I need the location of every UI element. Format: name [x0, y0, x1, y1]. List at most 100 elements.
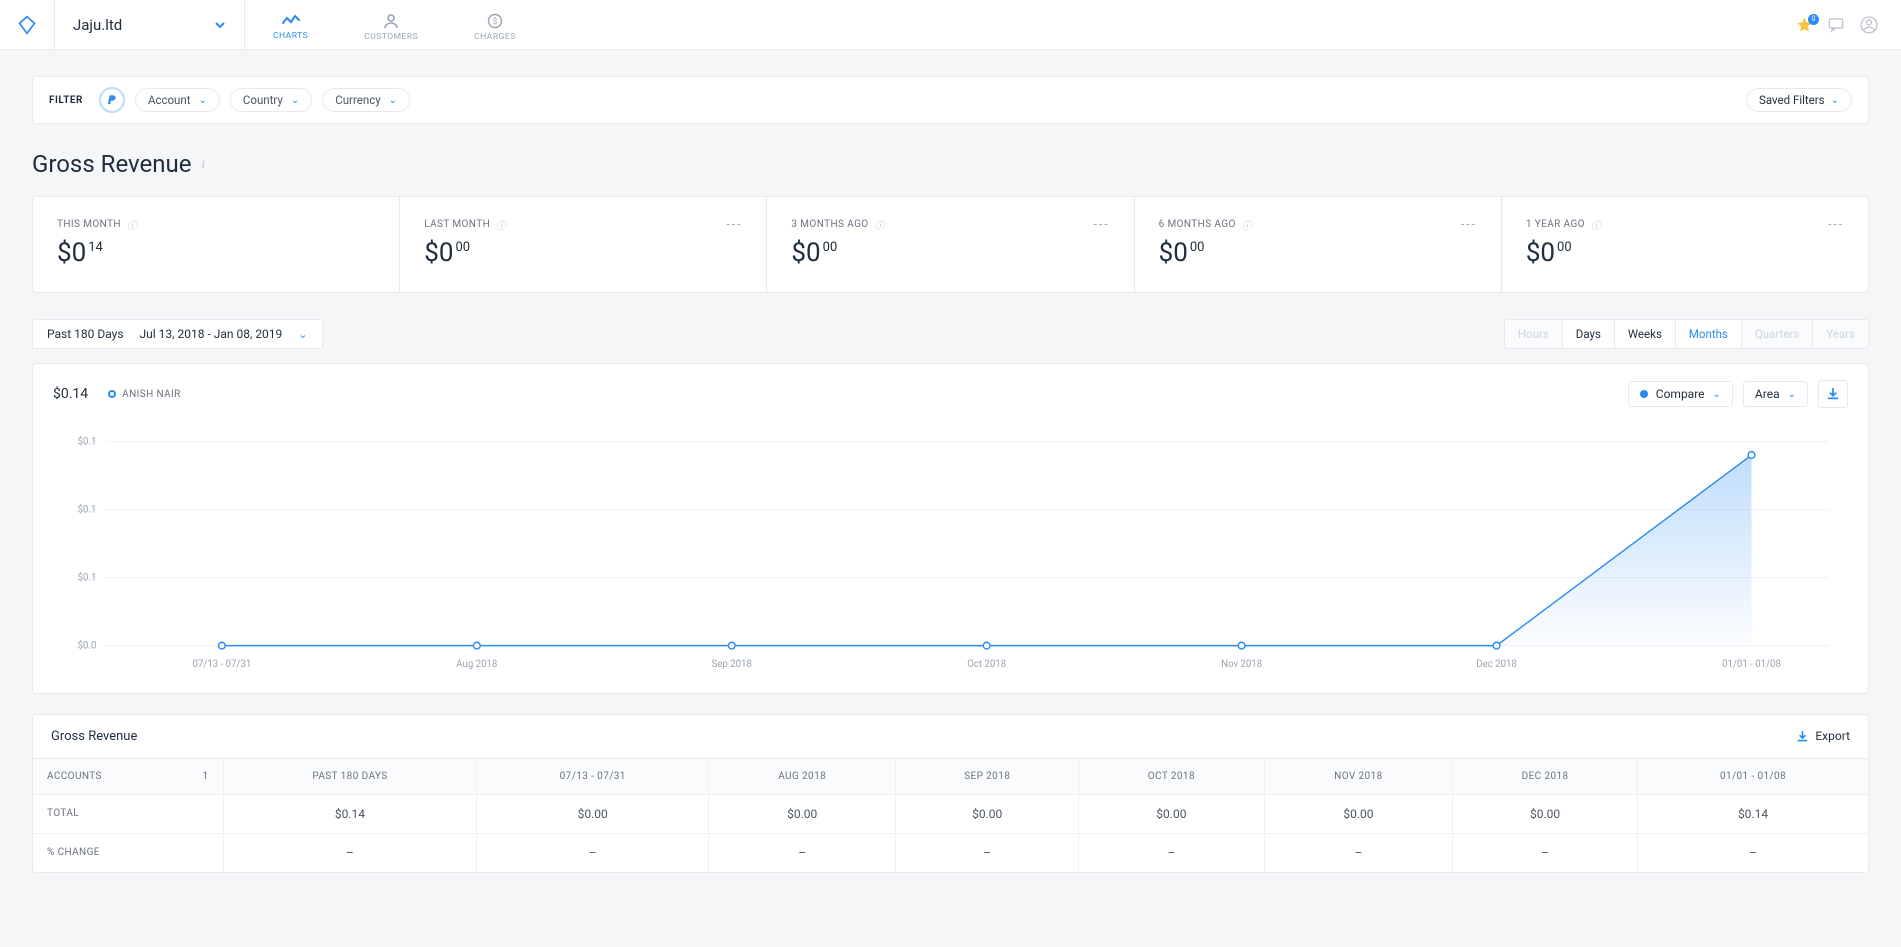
svg-text:Dec 2018: Dec 2018 — [1476, 659, 1517, 670]
compare-button[interactable]: Compare⌄ — [1628, 381, 1733, 407]
svg-text:01/01 - 01/08: 01/01 - 01/08 — [1722, 659, 1781, 670]
svg-text:07/13 - 07/31: 07/13 - 07/31 — [193, 659, 252, 670]
table-cell: $0.14 — [223, 794, 477, 833]
stat-trend: --- — [1828, 217, 1844, 231]
table-col-header: 07/13 - 07/31 — [477, 759, 709, 795]
stat-label: 3 MONTHS AGO — [791, 219, 868, 230]
stat-value: $000 — [1526, 240, 1844, 266]
revenue-chart: $0.0 $0.1 $0.1 $0.1 07/13 - 07/31 Aug 2018 Sep… — [53, 414, 1848, 675]
stat-value: $000 — [791, 240, 1109, 266]
granularity-days[interactable]: Days — [1563, 320, 1615, 348]
granularity-hours: Hours — [1505, 320, 1563, 348]
diamond-logo-icon — [17, 15, 37, 35]
chart-total: $0.14 — [53, 386, 88, 402]
svg-text:Sep 2018: Sep 2018 — [712, 659, 752, 670]
info-icon[interactable]: i — [201, 157, 204, 172]
profile-icon[interactable] — [1859, 15, 1879, 35]
filter-account[interactable]: Account⌄ — [135, 88, 220, 112]
topbar-right: 0 — [1796, 0, 1901, 49]
svg-text:$0.1: $0.1 — [78, 436, 97, 447]
info-icon[interactable]: ⓘ — [1242, 217, 1252, 232]
stat-trend: --- — [1094, 217, 1110, 231]
granularity-weeks[interactable]: Weeks — [1615, 320, 1676, 348]
table-cell: $0.00 — [1264, 794, 1453, 833]
chevron-down-icon: ⌄ — [298, 328, 307, 341]
table-cell: – — [896, 833, 1079, 872]
star-badge: 0 — [1808, 14, 1819, 25]
table-col-header: 01/01 - 01/08 — [1638, 759, 1868, 795]
stat-label: LAST MONTH — [424, 219, 490, 230]
download-icon — [1796, 730, 1809, 743]
svg-text:$0.0: $0.0 — [78, 641, 97, 652]
filter-currency[interactable]: Currency⌄ — [322, 88, 410, 112]
nav-label: CHARTS — [273, 31, 308, 41]
chart-legend: ANISH NAIR — [108, 389, 181, 400]
nav-charges[interactable]: $ CHARGES — [446, 0, 544, 49]
stat-label: 1 YEAR AGO — [1526, 219, 1585, 230]
stat-label: 6 MONTHS AGO — [1159, 219, 1236, 230]
chat-icon[interactable] — [1827, 16, 1845, 34]
export-button[interactable]: Export — [1796, 729, 1850, 743]
table-cell: – — [477, 833, 709, 872]
chevron-down-icon — [214, 19, 226, 31]
range-preset: Past 180 Days — [47, 327, 124, 341]
org-selector[interactable]: Jaju.ltd — [55, 0, 245, 49]
granularity-years: Years — [1813, 320, 1868, 348]
nav-customers[interactable]: CUSTOMERS — [336, 0, 446, 49]
info-icon[interactable]: ⓘ — [127, 217, 137, 232]
table-cell: $0.00 — [709, 794, 896, 833]
download-icon[interactable] — [1818, 380, 1848, 408]
table-cell: $0.00 — [1079, 794, 1265, 833]
accounts-count: 1 — [202, 771, 208, 782]
user-icon — [383, 13, 399, 29]
data-table-card: Gross Revenue Export ACCOUNTS1PAST 180 D… — [32, 714, 1869, 873]
info-icon[interactable]: ⓘ — [1591, 217, 1601, 232]
svg-text:Nov 2018: Nov 2018 — [1221, 659, 1262, 670]
table-col-header: AUG 2018 — [709, 759, 896, 795]
main-nav: CHARTS CUSTOMERS $ CHARGES — [245, 0, 544, 49]
row-label: % CHANGE — [33, 833, 223, 872]
page-title: Gross Revenue — [32, 150, 191, 178]
stat-trend: --- — [726, 217, 742, 231]
table-cell: $0.14 — [1638, 794, 1868, 833]
nav-label: CUSTOMERS — [364, 32, 418, 42]
table-cell: – — [223, 833, 477, 872]
granularity-months[interactable]: Months — [1676, 320, 1742, 348]
filter-paypal-icon[interactable] — [99, 87, 125, 113]
filter-country[interactable]: Country⌄ — [230, 88, 312, 112]
table-col-header: ACCOUNTS1 — [33, 759, 223, 795]
nav-charts[interactable]: CHARTS — [245, 0, 336, 49]
topbar: Jaju.ltd CHARTS CUSTOMERS $ CHARGES 0 — [0, 0, 1901, 50]
table-cell: $0.00 — [896, 794, 1079, 833]
table-col-header: SEP 2018 — [896, 759, 1079, 795]
table-cell: $0.00 — [1453, 794, 1638, 833]
stat-card: 6 MONTHS AGOⓘ $000 --- — [1135, 197, 1502, 292]
table-col-header: OCT 2018 — [1079, 759, 1265, 795]
chart-type-button[interactable]: Area⌄ — [1743, 381, 1808, 407]
info-icon[interactable]: ⓘ — [875, 217, 885, 232]
svg-text:Aug 2018: Aug 2018 — [456, 659, 497, 670]
stat-label: THIS MONTH — [57, 219, 121, 230]
date-range-selector[interactable]: Past 180 Days Jul 13, 2018 - Jan 08, 201… — [32, 319, 323, 349]
favorites-icon[interactable]: 0 — [1796, 16, 1813, 33]
stat-value: $000 — [424, 240, 742, 266]
table-row: % CHANGE–––––––– — [33, 833, 1868, 872]
dollar-icon: $ — [487, 13, 503, 29]
info-icon[interactable]: ⓘ — [496, 217, 506, 232]
stat-card: 3 MONTHS AGO ⓘ $000 --- — [767, 197, 1134, 292]
nav-label: CHARGES — [474, 32, 516, 42]
svg-text:$0.1: $0.1 — [78, 572, 97, 583]
table-cell: – — [1079, 833, 1265, 872]
table-row: TOTAL$0.14$0.00$0.00$0.00$0.00$0.00$0.00… — [33, 794, 1868, 833]
table-cell: – — [1638, 833, 1868, 872]
granularity-toggle: HoursDaysWeeksMonthsQuartersYears — [1504, 319, 1869, 349]
table-col-header: DEC 2018 — [1453, 759, 1638, 795]
app-logo[interactable] — [0, 0, 55, 49]
org-name: Jaju.ltd — [73, 16, 122, 34]
table-cell: – — [1453, 833, 1638, 872]
saved-filters[interactable]: Saved Filters⌄ — [1746, 88, 1852, 112]
svg-text:$0.1: $0.1 — [78, 504, 97, 515]
chart-card: $0.14 ANISH NAIR Compare⌄ Area⌄ $0.0 $0.1… — [32, 363, 1869, 694]
stat-value: $014 — [57, 240, 375, 266]
table-cell: $0.00 — [477, 794, 709, 833]
